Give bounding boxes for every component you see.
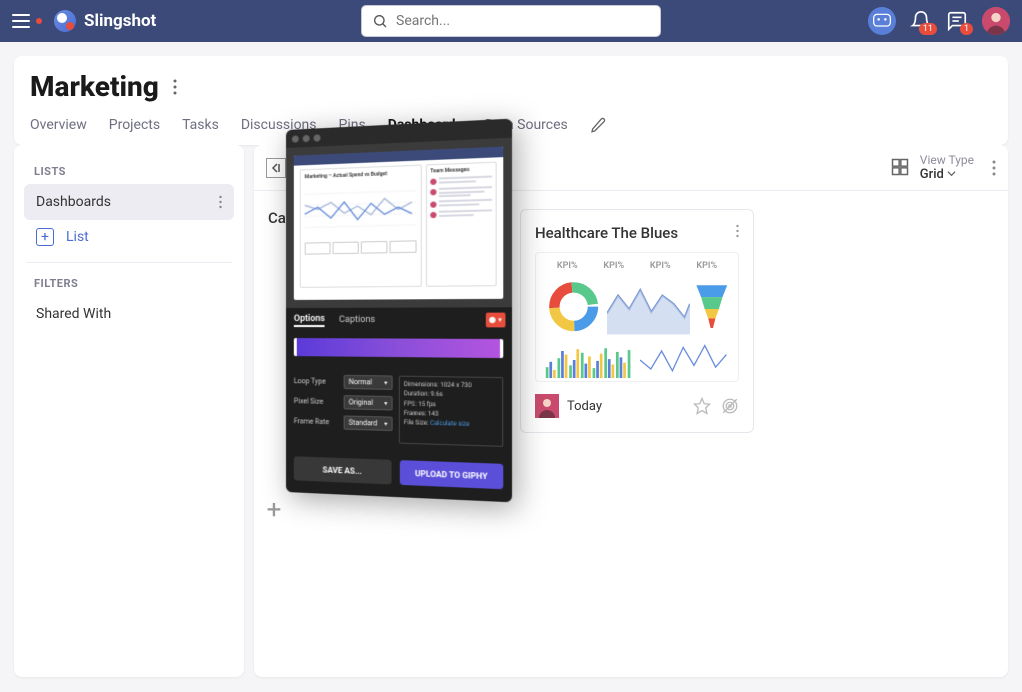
item-menu-icon[interactable] <box>219 195 222 209</box>
sidebar-item-label: Dashboards <box>36 194 111 210</box>
tab-overview[interactable]: Overview <box>30 117 87 133</box>
page-menu-icon[interactable] <box>173 79 177 95</box>
grid-icon <box>890 157 910 177</box>
edit-tabs-icon[interactable] <box>590 117 606 133</box>
more-options-button[interactable] <box>992 160 996 176</box>
author-avatar[interactable] <box>535 394 559 418</box>
funnel-chart-icon <box>694 277 730 336</box>
messages-button[interactable]: 1 <box>946 10 968 32</box>
chevron-down-icon <box>947 169 956 178</box>
lists-sidebar: LISTS Dashboards + List FILTERS Shared W… <box>14 145 244 677</box>
filters-heading: FILTERS <box>24 271 234 296</box>
kpi-label: KPI% <box>696 261 717 271</box>
export-settings: Loop Type Normal Pixel Size Original Fra… <box>286 368 512 454</box>
mini-chart-title: Marketing – Actual Spend vs Budget <box>305 170 417 180</box>
kpi-label: KPI% <box>557 261 578 271</box>
plus-icon: + <box>36 228 54 246</box>
card-title: Ca <box>268 209 286 227</box>
sidebar-divider <box>26 262 232 263</box>
notification-count-badge: 11 <box>919 23 937 35</box>
record-button[interactable] <box>486 313 506 328</box>
gif-editor-window[interactable]: Marketing – Actual Spend vs Budget Team … <box>286 119 512 522</box>
bar-chart-icon <box>544 342 634 378</box>
tab-captions[interactable]: Captions <box>339 315 375 325</box>
kpi-label: KPI% <box>603 261 624 271</box>
area-chart-icon <box>607 277 690 336</box>
assistant-avatar[interactable] <box>868 7 896 35</box>
line-chart-icon <box>640 342 730 378</box>
card-menu-icon[interactable] <box>736 224 739 238</box>
menu-button[interactable] <box>12 14 30 28</box>
target-icon[interactable] <box>721 397 739 415</box>
donut-chart-icon <box>544 277 603 336</box>
app-name: Slingshot <box>84 11 156 31</box>
message-count-badge: 1 <box>960 23 973 35</box>
collapse-sidebar-button[interactable] <box>266 158 286 178</box>
mini-side-title: Team Messages <box>430 166 492 175</box>
notifications-button[interactable]: 11 <box>910 10 932 32</box>
loop-type-label: Loop Type <box>294 377 338 386</box>
page-title: Marketing <box>30 70 159 103</box>
editor-tabs: Options Captions <box>286 307 512 332</box>
card-footer: Today <box>535 394 739 418</box>
search-input[interactable] <box>396 13 650 29</box>
activity-indicator-icon <box>36 18 42 24</box>
view-type-selector[interactable]: View Type Grid <box>890 153 974 182</box>
mini-line-chart <box>305 179 417 238</box>
tab-tasks[interactable]: Tasks <box>182 117 219 133</box>
view-type-value: Grid <box>920 167 974 182</box>
sidebar-item-label: Shared With <box>36 306 111 322</box>
meta-duration: Duration: 9.6s <box>404 390 498 400</box>
sidebar-item-dashboards[interactable]: Dashboards <box>24 184 234 220</box>
star-icon[interactable] <box>693 397 711 415</box>
search-icon <box>372 13 388 29</box>
add-list-button[interactable]: + List <box>24 220 234 254</box>
pixel-size-label: Pixel Size <box>294 397 338 406</box>
card-date: Today <box>567 399 685 414</box>
app-topbar: Slingshot 11 1 <box>0 0 1022 42</box>
logo-icon <box>54 10 76 32</box>
meta-frames: Frames: 143 <box>404 410 498 420</box>
meta-dimensions: Dimensions: 1024 x 730 <box>404 381 498 391</box>
dashboard-card-healthcare[interactable]: Healthcare The Blues KPI% KPI% KPI% KPI% <box>520 209 754 433</box>
card-thumbnail: KPI% KPI% KPI% KPI% <box>535 252 739 382</box>
frame-rate-select[interactable]: Standard <box>344 415 393 431</box>
editor-actions: SAVE AS... UPLOAD TO GIPHY <box>286 446 512 502</box>
add-dashboard-button[interactable]: + <box>260 495 288 523</box>
gif-preview-pane: Marketing – Actual Spend vs Budget Team … <box>286 138 512 308</box>
card-title: Healthcare The Blues <box>535 224 678 242</box>
global-search[interactable] <box>361 5 661 37</box>
loop-type-select[interactable]: Normal <box>344 375 393 390</box>
meta-filesize-label: File Size: <box>404 419 429 427</box>
timeline[interactable] <box>286 332 512 371</box>
view-type-label: View Type <box>920 153 974 167</box>
topbar-actions: 11 1 <box>868 7 1010 35</box>
export-metadata: Dimensions: 1024 x 730 Duration: 9.6s FP… <box>399 376 504 447</box>
tab-projects[interactable]: Projects <box>109 117 160 133</box>
timeline-track[interactable] <box>294 338 503 358</box>
tab-options[interactable]: Options <box>294 313 325 326</box>
kpi-label: KPI% <box>650 261 671 271</box>
pixel-size-select[interactable]: Original <box>344 395 393 410</box>
add-list-label: List <box>66 229 89 245</box>
calculate-size-link[interactable]: Calculate size <box>430 420 470 428</box>
frame-rate-label: Frame Rate <box>294 417 338 426</box>
save-as-button[interactable]: SAVE AS... <box>294 456 392 484</box>
meta-fps: FPS: 15 fps <box>404 400 498 410</box>
app-logo[interactable]: Slingshot <box>54 10 156 32</box>
upload-giphy-button[interactable]: UPLOAD TO GIPHY <box>400 460 503 489</box>
lists-heading: LISTS <box>24 159 234 184</box>
user-avatar[interactable] <box>982 7 1010 35</box>
sidebar-item-shared-with[interactable]: Shared With <box>24 296 234 332</box>
